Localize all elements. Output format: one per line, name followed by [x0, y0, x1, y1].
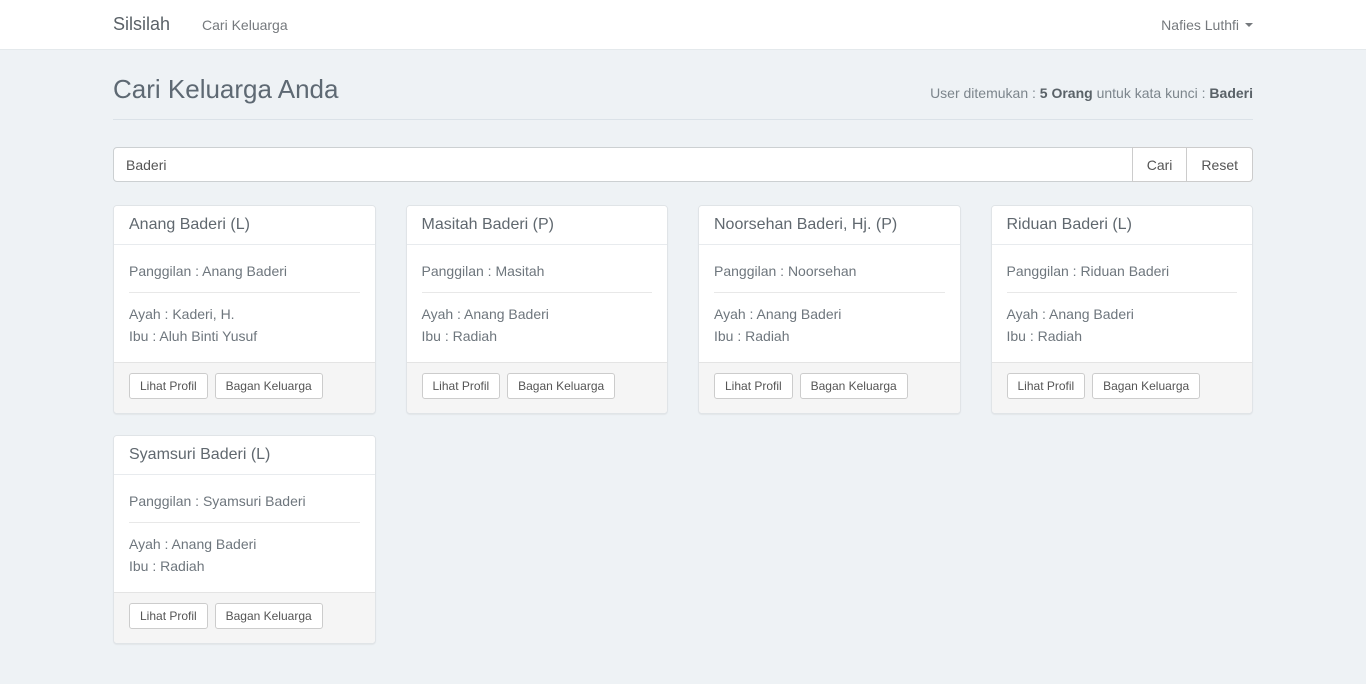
person-card-title: Syamsuri Baderi (L) [114, 436, 375, 475]
bagan-keluarga-button[interactable]: Bagan Keluarga [1092, 373, 1200, 399]
lihat-profil-button[interactable]: Lihat Profil [129, 603, 208, 629]
lihat-profil-button[interactable]: Lihat Profil [422, 373, 501, 399]
card-divider [714, 292, 945, 293]
result-prefix: User ditemukan : [930, 85, 1040, 101]
person-ayah: Ayah : Anang Baderi [422, 303, 653, 325]
person-card-footer: Lihat Profil Bagan Keluarga [114, 592, 375, 643]
card-divider [1007, 292, 1238, 293]
search-form: Cari Reset [113, 147, 1253, 182]
user-menu-dropdown[interactable]: Nafies Luthfi [1161, 17, 1253, 33]
result-keyword: Baderi [1209, 85, 1253, 101]
result-count: 5 Orang [1040, 85, 1093, 101]
person-panggilan: Panggilan : Masitah [422, 260, 653, 282]
lihat-profil-button[interactable]: Lihat Profil [1007, 373, 1086, 399]
person-card-title: Masitah Baderi (P) [407, 206, 668, 245]
person-panggilan: Panggilan : Riduan Baderi [1007, 260, 1238, 282]
person-card: Syamsuri Baderi (L) Panggilan : Syamsuri… [113, 435, 376, 644]
card-divider [129, 522, 360, 523]
person-card: Anang Baderi (L) Panggilan : Anang Bader… [113, 205, 376, 414]
person-card-title: Noorsehan Baderi, Hj. (P) [699, 206, 960, 245]
person-ibu: Ibu : Radiah [1007, 325, 1238, 347]
person-card-body: Panggilan : Syamsuri Baderi Ayah : Anang… [114, 475, 375, 592]
person-card-footer: Lihat Profil Bagan Keluarga [992, 362, 1253, 413]
card-divider [129, 292, 360, 293]
search-result-summary: User ditemukan : 5 Orang untuk kata kunc… [930, 85, 1253, 101]
person-ayah: Ayah : Anang Baderi [129, 533, 360, 555]
person-ayah: Ayah : Anang Baderi [1007, 303, 1238, 325]
person-panggilan: Panggilan : Syamsuri Baderi [129, 490, 360, 512]
lihat-profil-button[interactable]: Lihat Profil [129, 373, 208, 399]
chevron-down-icon [1245, 23, 1253, 27]
result-middle: untuk kata kunci : [1093, 85, 1210, 101]
person-card: Noorsehan Baderi, Hj. (P) Panggilan : No… [698, 205, 961, 414]
person-ibu: Ibu : Radiah [129, 555, 360, 577]
person-card: Riduan Baderi (L) Panggilan : Riduan Bad… [991, 205, 1254, 414]
page-title: Cari Keluarga Anda [113, 74, 338, 105]
person-ayah: Ayah : Kaderi, H. [129, 303, 360, 325]
person-card-body: Panggilan : Noorsehan Ayah : Anang Bader… [699, 245, 960, 362]
person-card: Masitah Baderi (P) Panggilan : Masitah A… [406, 205, 669, 414]
person-card-title: Riduan Baderi (L) [992, 206, 1253, 245]
person-card-footer: Lihat Profil Bagan Keluarga [407, 362, 668, 413]
bagan-keluarga-button[interactable]: Bagan Keluarga [800, 373, 908, 399]
person-ibu: Ibu : Radiah [422, 325, 653, 347]
person-card-title: Anang Baderi (L) [114, 206, 375, 245]
person-ayah: Ayah : Anang Baderi [714, 303, 945, 325]
main-content: Cari Keluarga Anda User ditemukan : 5 Or… [98, 50, 1268, 684]
nav-item-cari-keluarga[interactable]: Cari Keluarga [202, 17, 288, 33]
lihat-profil-button[interactable]: Lihat Profil [714, 373, 793, 399]
search-input[interactable] [113, 147, 1133, 182]
person-panggilan: Panggilan : Noorsehan [714, 260, 945, 282]
cari-button[interactable]: Cari [1132, 147, 1188, 182]
brand-link[interactable]: Silsilah [113, 14, 170, 35]
person-card-footer: Lihat Profil Bagan Keluarga [699, 362, 960, 413]
person-ibu: Ibu : Radiah [714, 325, 945, 347]
page-header: Cari Keluarga Anda User ditemukan : 5 Or… [113, 50, 1253, 120]
person-card-footer: Lihat Profil Bagan Keluarga [114, 362, 375, 413]
person-ibu: Ibu : Aluh Binti Yusuf [129, 325, 360, 347]
person-panggilan: Panggilan : Anang Baderi [129, 260, 360, 282]
person-card-body: Panggilan : Riduan Baderi Ayah : Anang B… [992, 245, 1253, 362]
user-menu-label: Nafies Luthfi [1161, 17, 1239, 33]
top-navbar: Silsilah Cari Keluarga Nafies Luthfi [0, 0, 1366, 50]
bagan-keluarga-button[interactable]: Bagan Keluarga [215, 373, 323, 399]
card-divider [422, 292, 653, 293]
bagan-keluarga-button[interactable]: Bagan Keluarga [215, 603, 323, 629]
person-cards-grid: Anang Baderi (L) Panggilan : Anang Bader… [113, 205, 1253, 684]
bagan-keluarga-button[interactable]: Bagan Keluarga [507, 373, 615, 399]
person-card-body: Panggilan : Anang Baderi Ayah : Kaderi, … [114, 245, 375, 362]
person-card-body: Panggilan : Masitah Ayah : Anang Baderi … [407, 245, 668, 362]
reset-button[interactable]: Reset [1186, 147, 1253, 182]
